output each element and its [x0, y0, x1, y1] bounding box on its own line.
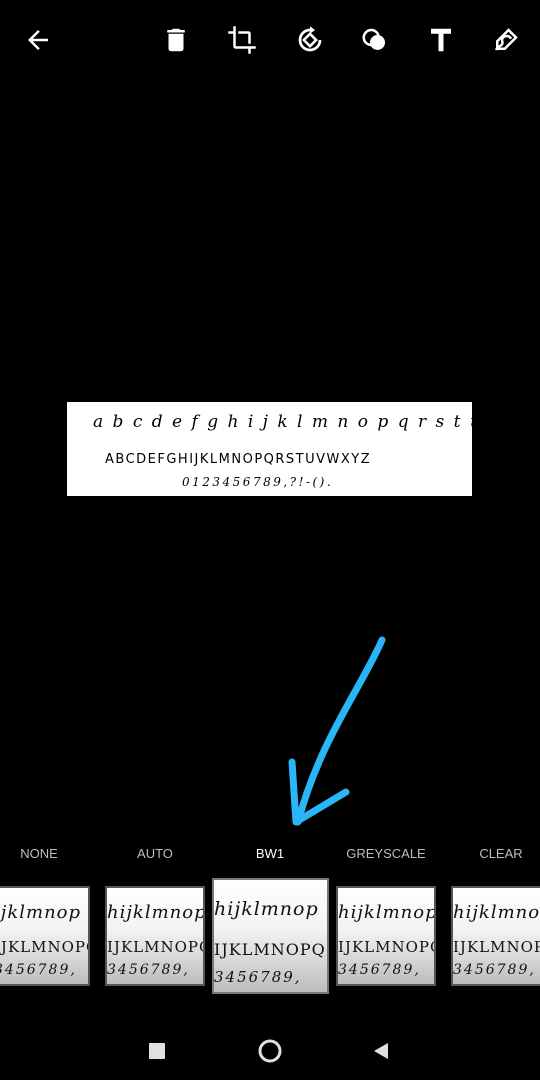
crop-button[interactable] [222, 20, 262, 60]
rotate-icon [298, 26, 322, 52]
filter-labels: NONE AUTO BW1 GREYSCALE CLEAR [0, 846, 540, 868]
triangle-back-icon [374, 1043, 388, 1059]
thumb-text: 3456789, [107, 962, 190, 978]
thumb-text: IJKLMNOPQ [107, 938, 205, 956]
filter-thumb-greyscale[interactable]: hijklmnop IJKLMNOPQ 3456789, [336, 886, 436, 986]
arrow-left-icon [28, 30, 48, 50]
delete-button[interactable] [156, 20, 196, 60]
home-button[interactable] [255, 1036, 285, 1066]
text-button[interactable] [421, 20, 461, 60]
thumb-text: 3456789, [453, 962, 536, 978]
filter-thumb-clear[interactable]: hijklmno IJKLMNOP 3456789, [451, 886, 540, 986]
back-button[interactable] [18, 20, 58, 60]
filter-label-auto[interactable]: AUTO [100, 846, 210, 861]
filter-label-greyscale[interactable]: GREYSCALE [331, 846, 441, 861]
editor-toolbar [0, 0, 540, 80]
rotate-button[interactable] [290, 20, 330, 60]
system-nav-bar [0, 1020, 540, 1080]
crop-icon [228, 26, 256, 54]
thumb-text: IJKLMNOPQ [0, 938, 88, 956]
square-icon [149, 1043, 165, 1059]
filter-label-clear[interactable]: CLEAR [446, 846, 540, 861]
filter-thumb-none[interactable]: ijklmnop IJKLMNOPQ 3456789, [0, 886, 90, 986]
document-line-lowercase: a b c d e f g h i j k l m n o p q r s t … [93, 412, 472, 432]
circle-icon [258, 1039, 282, 1063]
filter-thumb-auto[interactable]: hijklmnop IJKLMNOPQ 3456789, [105, 886, 205, 986]
thumb-text: ijklmnop [0, 902, 82, 923]
nav-back-button[interactable] [366, 1036, 396, 1066]
filter-button[interactable] [355, 20, 395, 60]
filter-icon [362, 28, 385, 50]
filter-thumb-bw1[interactable]: hijklmnop IJKLMNOPQ 3456789, [212, 878, 329, 994]
filter-label-none[interactable]: NONE [0, 846, 94, 861]
thumb-text: IJKLMNOPQ [338, 938, 436, 956]
recents-button[interactable] [142, 1036, 172, 1066]
pencil-icon [494, 28, 518, 51]
thumb-text: IJKLMNOP [453, 938, 540, 956]
thumb-text: 3456789, [0, 962, 77, 978]
document-line-digits: 0123456789,?!-(). [182, 475, 334, 489]
thumb-text: hijklmnop [338, 902, 436, 923]
thumb-text: 3456789, [338, 962, 421, 978]
thumb-text: IJKLMNOPQ [214, 940, 326, 959]
filter-label-bw1[interactable]: BW1 [215, 846, 325, 861]
document-preview: a b c d e f g h i j k l m n o p q r s t … [67, 402, 472, 496]
thumb-text: hijklmnop [214, 898, 319, 920]
text-icon [431, 28, 451, 52]
thumb-text: 3456789, [214, 968, 302, 986]
trash-icon [167, 28, 185, 52]
draw-button[interactable] [486, 20, 526, 60]
thumb-text: hijklmnop [107, 902, 205, 923]
thumb-text: hijklmno [453, 902, 540, 923]
document-line-uppercase: ABCDEFGHIJKLMNOPQRSTUVWXYZ [105, 452, 372, 467]
